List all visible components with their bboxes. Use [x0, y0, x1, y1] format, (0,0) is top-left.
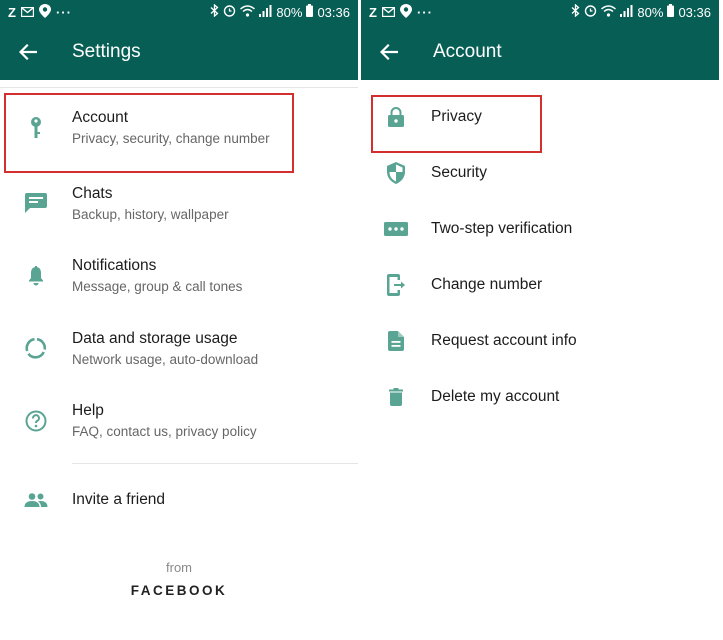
- settings-item-account[interactable]: Account Privacy, security, change number: [0, 88, 358, 167]
- item-label: Account: [72, 109, 129, 126]
- dots-icon: [361, 222, 431, 236]
- back-arrow-icon: [19, 44, 37, 60]
- signal-icon: [620, 4, 633, 20]
- account-item-change-number[interactable]: Change number: [361, 257, 719, 313]
- battery-percentage: 80%: [637, 4, 664, 20]
- battery-percentage: 80%: [276, 4, 303, 20]
- signal-icon: [259, 4, 272, 20]
- wifi-icon: [240, 4, 256, 20]
- app-notification-icon: [399, 3, 412, 21]
- item-label: Help: [72, 402, 104, 420]
- settings-item-help[interactable]: Help FAQ, contact us, privacy policy: [0, 385, 358, 458]
- item-label: Two-step verification: [431, 220, 573, 237]
- alarm-icon: [584, 4, 597, 20]
- account-item-delete[interactable]: Delete my account: [361, 369, 719, 425]
- document-icon: [361, 331, 431, 351]
- key-icon: [0, 116, 72, 140]
- item-label: Request account info: [431, 332, 577, 349]
- invite-label: Invite a friend: [72, 491, 166, 508]
- invite-friend-item[interactable]: Invite a friend: [0, 464, 358, 536]
- back-arrow-icon: [380, 44, 398, 60]
- account-item-security[interactable]: Security: [361, 145, 719, 201]
- item-subtitle: Backup, history, wallpaper: [72, 206, 229, 222]
- item-subtitle: Network usage, auto-download: [72, 351, 259, 367]
- settings-item-data-storage[interactable]: Data and storage usage Network usage, au…: [0, 312, 358, 385]
- back-button[interactable]: [361, 24, 417, 80]
- account-screen: Z ··· 80% 03:36 Account Privacy Security…: [361, 0, 719, 640]
- item-label: Delete my account: [431, 388, 560, 405]
- app-bar: Settings: [0, 24, 358, 80]
- back-button[interactable]: [0, 24, 56, 80]
- alarm-icon: [223, 4, 236, 20]
- facebook-logo: FACEBOOK: [130, 583, 228, 598]
- more-notifications-icon: ···: [55, 4, 72, 20]
- page-title: Account: [433, 41, 502, 62]
- item-label: Security: [431, 164, 487, 181]
- account-item-privacy[interactable]: Privacy: [361, 89, 719, 145]
- battery-icon: [667, 4, 675, 20]
- clock: 03:36: [317, 4, 350, 20]
- battery-icon: [306, 4, 314, 20]
- trash-icon: [361, 388, 431, 406]
- status-bar: Z ··· 80% 03:36: [0, 0, 358, 24]
- footer-from: from: [166, 560, 192, 575]
- z-notification-icon: Z: [369, 4, 377, 20]
- clock: 03:36: [678, 4, 711, 20]
- item-label: Chats: [72, 184, 113, 202]
- wifi-icon: [601, 4, 617, 20]
- account-item-request-info[interactable]: Request account info: [361, 313, 719, 369]
- item-label: Change number: [431, 276, 543, 293]
- settings-item-notifications[interactable]: Notifications Message, group & call tone…: [0, 240, 358, 313]
- item-label: Privacy: [431, 108, 482, 125]
- page-title: Settings: [72, 41, 141, 62]
- item-label: Data and storage usage: [72, 329, 238, 347]
- more-notifications-icon: ···: [416, 4, 433, 20]
- shield-icon: [361, 162, 431, 184]
- status-bar: Z ··· 80% 03:36: [361, 0, 719, 24]
- people-icon: [0, 493, 72, 507]
- app-bar: Account: [361, 24, 719, 80]
- gmail-icon: [381, 5, 396, 20]
- z-notification-icon: Z: [8, 4, 16, 20]
- bell-icon: [0, 265, 72, 286]
- item-subtitle: FAQ, contact us, privacy policy: [72, 424, 257, 440]
- app-notification-icon: [38, 3, 51, 21]
- footer: from FACEBOOK: [0, 560, 358, 598]
- data-usage-icon: [0, 337, 72, 359]
- item-label: Notifications: [72, 257, 157, 275]
- item-subtitle: Message, group & call tones: [72, 279, 243, 295]
- lock-icon: [361, 107, 431, 127]
- settings-screen: Z ··· 80% 03:36 Settings Account Privacy…: [0, 0, 358, 640]
- bluetooth-icon: [210, 3, 219, 20]
- gmail-icon: [20, 5, 35, 20]
- settings-item-chats[interactable]: Chats Backup, history, wallpaper: [0, 167, 358, 240]
- bluetooth-icon: [571, 3, 580, 20]
- account-item-two-step[interactable]: Two-step verification: [361, 201, 719, 257]
- phone-change-icon: [361, 274, 431, 296]
- item-subtitle: Privacy, security, change number: [72, 131, 270, 146]
- chat-icon: [0, 193, 72, 214]
- help-icon: [0, 410, 72, 432]
